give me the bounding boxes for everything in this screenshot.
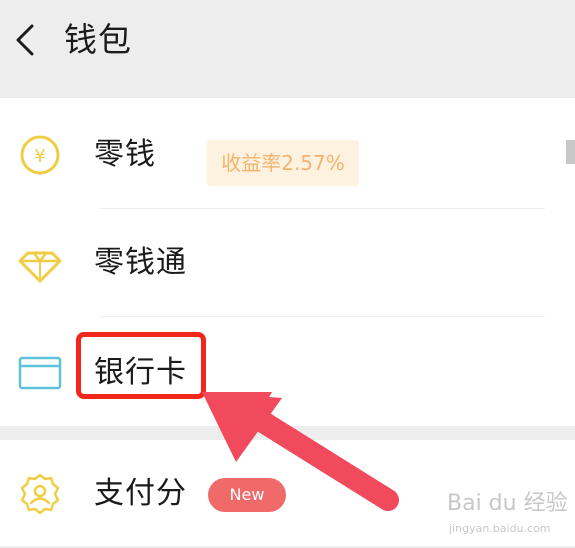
svg-text:¥: ¥ [34, 146, 45, 167]
menu-item-label: 零钱通 [94, 245, 187, 280]
chevron-left-icon [16, 24, 34, 56]
watermark-url: jingyan.baidu.com [448, 522, 551, 535]
highlight-box [76, 332, 206, 399]
menu-item-lingqiantong[interactable]: 零钱通 [0, 209, 575, 317]
page-title: 钱包 [64, 20, 132, 59]
menu-item-label: 零钱 [94, 137, 156, 172]
back-button[interactable] [8, 18, 48, 62]
scrollbar[interactable] [566, 140, 575, 164]
menu-item-label: 支付分 [94, 476, 187, 511]
baidu-watermark: Bai du 经验 jingyan.baidu.com [447, 491, 567, 535]
diamond-icon [18, 251, 62, 283]
nav-bar: 钱包 [0, 0, 575, 98]
yield-rate-badge: 收益率2.57% [207, 140, 359, 186]
bank-card-icon [18, 356, 62, 390]
score-badge-icon [20, 473, 60, 515]
watermark-text: Bai du 经验 [447, 491, 567, 516]
new-badge: New [208, 478, 286, 512]
yuan-coin-icon: ¥ [20, 135, 60, 175]
